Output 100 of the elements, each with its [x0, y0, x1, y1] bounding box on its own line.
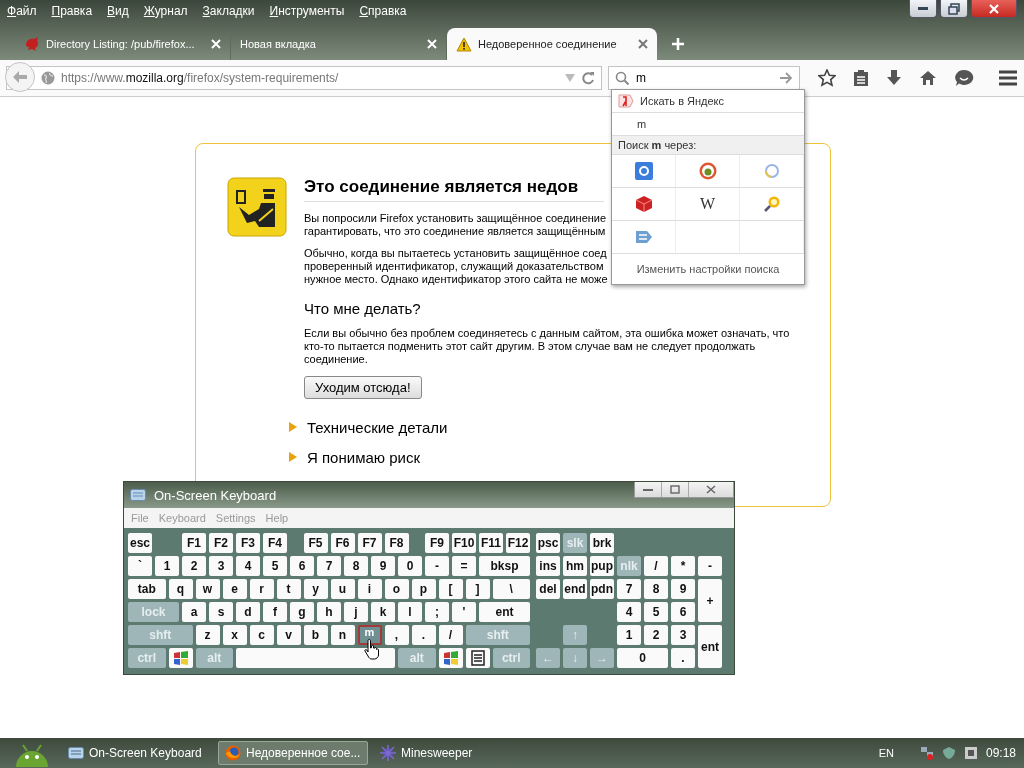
- minimize-button[interactable]: [635, 482, 662, 497]
- shield-icon[interactable]: [941, 746, 956, 760]
- keycap[interactable]: 8: [644, 579, 668, 599]
- taskbar-button[interactable]: Minesweeper: [374, 741, 524, 765]
- keycap[interactable]: ent: [479, 602, 530, 622]
- keycap[interactable]: /: [438, 625, 463, 645]
- keycap[interactable]: 1: [617, 625, 641, 645]
- keycap[interactable]: a: [182, 602, 206, 622]
- leave-button[interactable]: Уходим отсюда!: [304, 376, 422, 399]
- menu-item[interactable]: Вид: [107, 4, 129, 18]
- clipboard-list-icon[interactable]: [853, 69, 869, 87]
- keycap[interactable]: 5: [263, 556, 287, 576]
- keycap[interactable]: F1: [182, 533, 206, 553]
- query-suggestion[interactable]: m: [637, 118, 647, 130]
- keycap[interactable]: end: [563, 579, 587, 599]
- keycap[interactable]: F5: [303, 533, 328, 553]
- browser-tab[interactable]: Недоверенное соединение: [447, 28, 657, 60]
- search-field[interactable]: m: [608, 66, 800, 90]
- keycap[interactable]: ': [452, 602, 476, 622]
- keycap[interactable]: h: [317, 602, 341, 622]
- keycap[interactable]: i: [357, 579, 382, 599]
- keycap[interactable]: F4: [263, 533, 287, 553]
- keycap[interactable]: .: [411, 625, 436, 645]
- restore-button[interactable]: [940, 0, 968, 18]
- keycap[interactable]: 3: [671, 625, 695, 645]
- keycap[interactable]: pup: [590, 556, 614, 576]
- menu-item[interactable]: Файл: [7, 4, 37, 18]
- keycap[interactable]: c: [249, 625, 274, 645]
- keycap[interactable]: 4: [617, 602, 641, 622]
- keycap[interactable]: =: [452, 556, 476, 576]
- keycap[interactable]: 0: [617, 648, 668, 668]
- keycap[interactable]: 9: [671, 579, 695, 599]
- keycap[interactable]: F8: [384, 533, 409, 553]
- keycap[interactable]: 4: [236, 556, 260, 576]
- menu-item[interactable]: Журнал: [143, 4, 188, 18]
- network-icon[interactable]: [919, 746, 934, 760]
- keycap[interactable]: 9: [371, 556, 395, 576]
- keycap[interactable]: esc: [128, 533, 152, 553]
- keycap[interactable]: 6: [671, 602, 695, 622]
- keycap[interactable]: z: [195, 625, 220, 645]
- keycap[interactable]: *: [671, 556, 695, 576]
- keycap[interactable]: 0: [398, 556, 422, 576]
- maximize-button[interactable]: [662, 482, 689, 497]
- keycap[interactable]: l: [398, 602, 422, 622]
- keycap[interactable]: s: [209, 602, 233, 622]
- keycap[interactable]: ins: [536, 556, 560, 576]
- go-arrow-icon[interactable]: [780, 72, 793, 84]
- home-icon[interactable]: [919, 70, 937, 86]
- keycap[interactable]: p: [411, 579, 436, 599]
- keycap[interactable]: g: [290, 602, 314, 622]
- keycap[interactable]: hm: [563, 556, 587, 576]
- keycap[interactable]: x: [222, 625, 247, 645]
- keycap[interactable]: 6: [290, 556, 314, 576]
- minimize-button[interactable]: [909, 0, 937, 18]
- keycap[interactable]: .: [671, 648, 695, 668]
- keycap[interactable]: -: [425, 556, 449, 576]
- search-engine-button[interactable]: W: [676, 188, 740, 221]
- new-tab-icon[interactable]: [672, 38, 684, 50]
- keycap[interactable]: F6: [330, 533, 355, 553]
- keycap[interactable]: 2: [182, 556, 206, 576]
- expander-label[interactable]: Технические детали: [307, 418, 448, 436]
- search-engine-button[interactable]: [612, 221, 676, 254]
- keycap[interactable]: bksp: [479, 556, 530, 576]
- menu-item[interactable]: Справка: [359, 4, 407, 18]
- keycap[interactable]: tab: [128, 579, 166, 599]
- keycap[interactable]: 2: [644, 625, 668, 645]
- keycap[interactable]: 5: [644, 602, 668, 622]
- keycap[interactable]: j: [344, 602, 368, 622]
- keycap[interactable]: v: [276, 625, 301, 645]
- keycap[interactable]: ]: [465, 579, 490, 599]
- keycap[interactable]: u: [330, 579, 355, 599]
- keycap[interactable]: +: [698, 579, 722, 622]
- windows-key[interactable]: [438, 648, 463, 668]
- keycap[interactable]: k: [371, 602, 395, 622]
- keycap[interactable]: -: [698, 556, 722, 576]
- close-button[interactable]: [689, 482, 733, 497]
- keycap[interactable]: b: [303, 625, 328, 645]
- search-engine-button[interactable]: [612, 188, 676, 221]
- keycap[interactable]: o: [384, 579, 409, 599]
- keycap[interactable]: f: [263, 602, 287, 622]
- keycap[interactable]: brk: [590, 533, 614, 553]
- taskbar-button[interactable]: Недоверенное сое...: [218, 741, 368, 765]
- speaker-icon[interactable]: [963, 746, 978, 760]
- keycap[interactable]: 8: [344, 556, 368, 576]
- keycap[interactable]: ;: [425, 602, 449, 622]
- keycap[interactable]: F12: [506, 533, 530, 553]
- keycap[interactable]: F7: [357, 533, 382, 553]
- menu-item[interactable]: Правка: [51, 4, 93, 18]
- download-icon[interactable]: [886, 69, 902, 87]
- keycap[interactable]: ent: [698, 625, 722, 668]
- keycap[interactable]: [: [438, 579, 463, 599]
- keycap[interactable]: pdn: [590, 579, 614, 599]
- keycap[interactable]: 7: [317, 556, 341, 576]
- keycap[interactable]: /: [644, 556, 668, 576]
- windows-key[interactable]: [168, 648, 193, 668]
- menu-item[interactable]: Закладки: [202, 4, 255, 18]
- keycap[interactable]: `: [128, 556, 152, 576]
- expander-label[interactable]: Я понимаю риск: [307, 448, 420, 466]
- keycap[interactable]: 3: [209, 556, 233, 576]
- keycap[interactable]: \: [492, 579, 530, 599]
